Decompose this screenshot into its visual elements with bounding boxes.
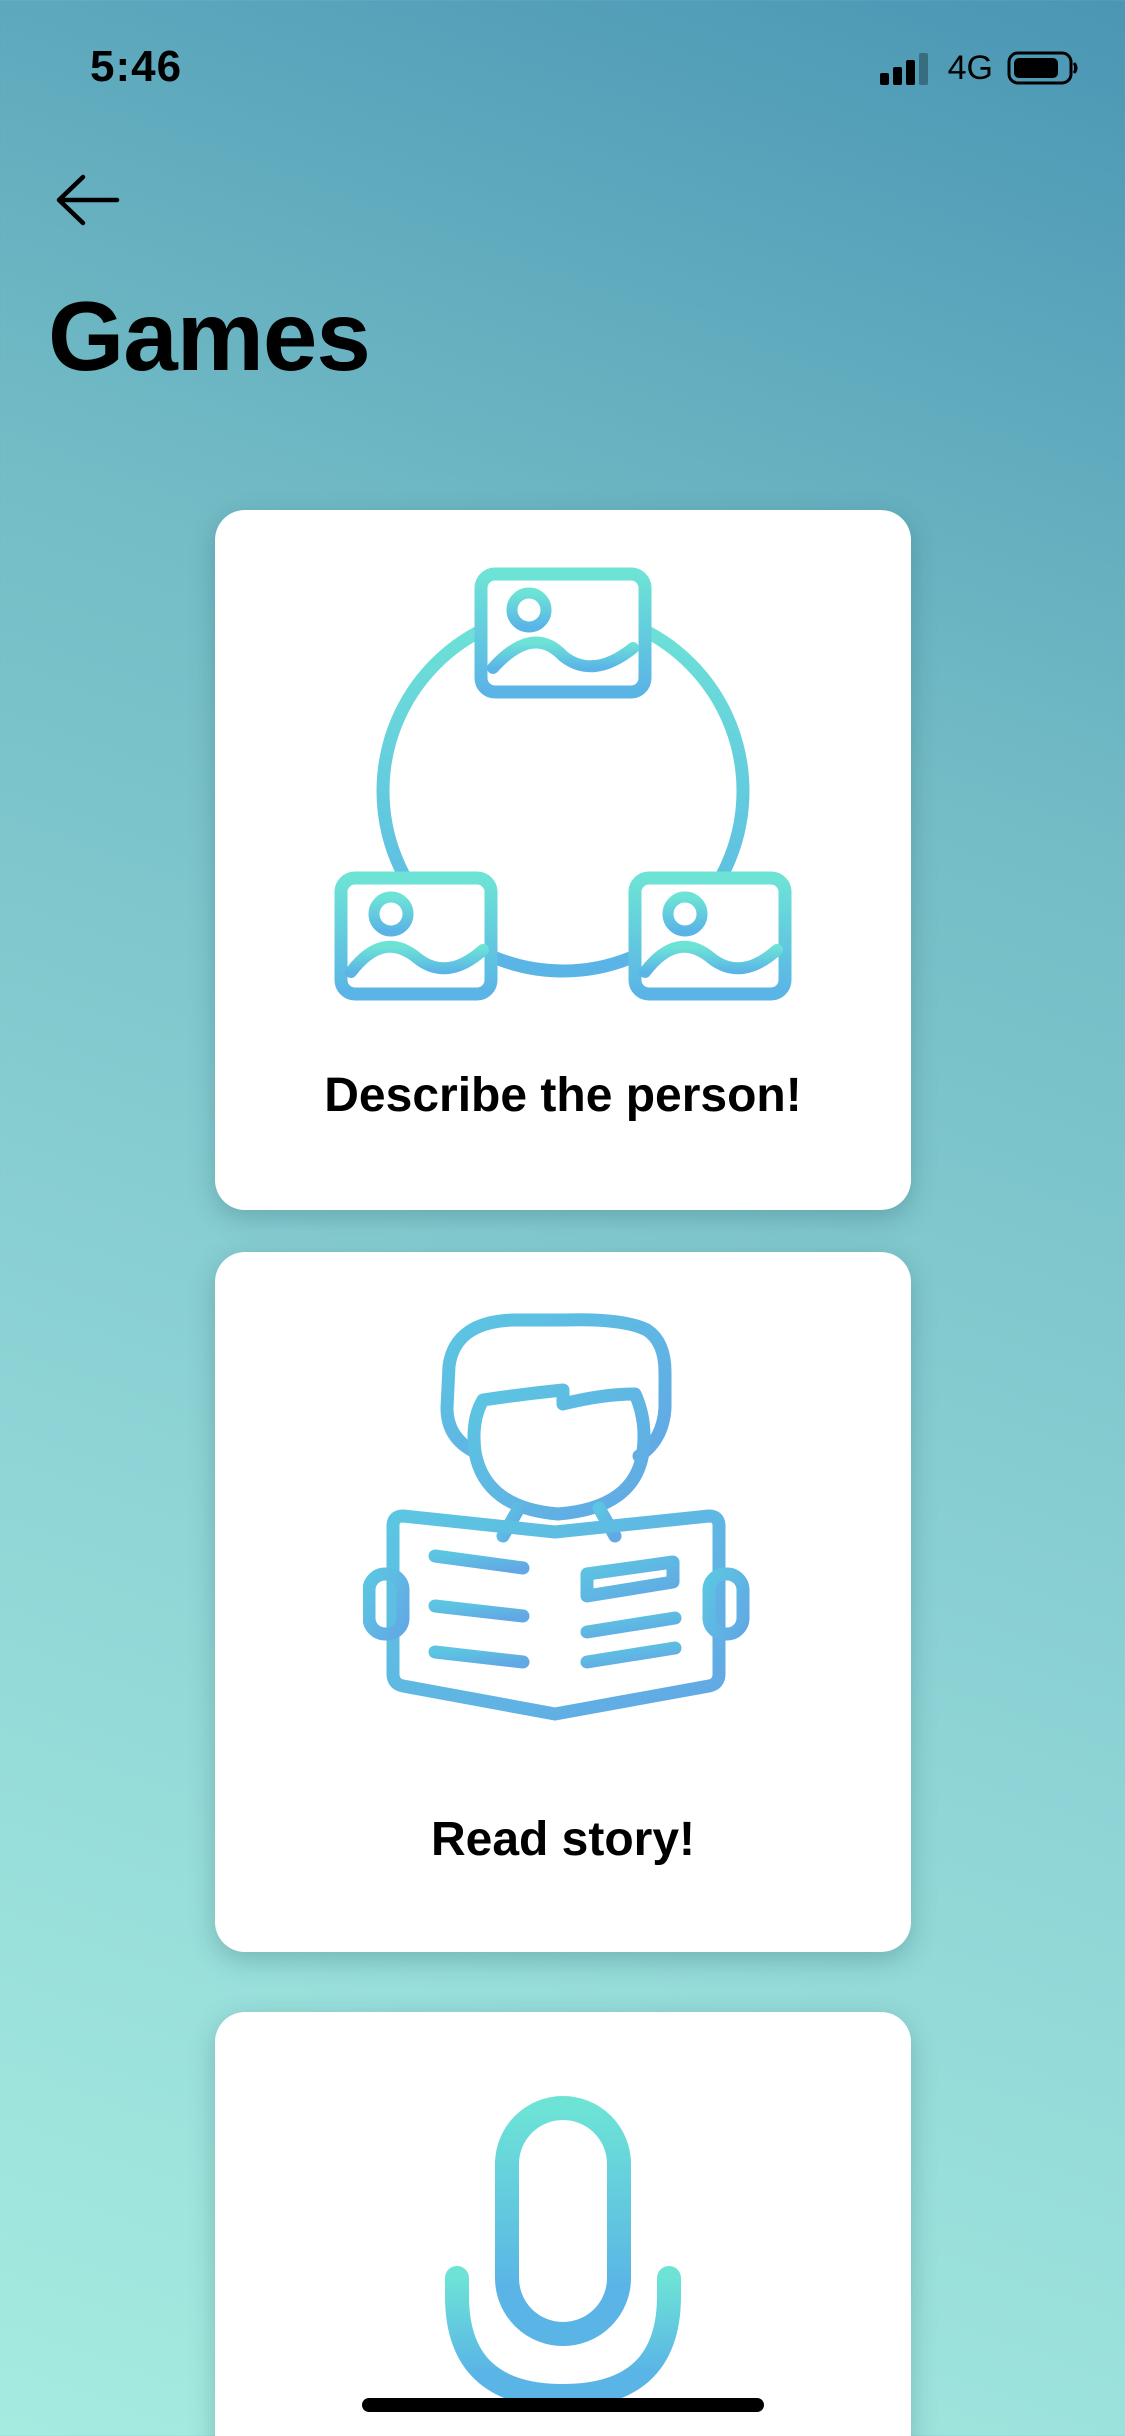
arrow-left-icon: [56, 174, 120, 226]
person-reading-icon: [363, 1313, 750, 1721]
network-type: 4G: [947, 48, 993, 87]
back-button[interactable]: [50, 168, 126, 232]
signal-icon: [879, 53, 928, 85]
page-title: Games: [48, 281, 371, 391]
game-card-record[interactable]: [215, 2012, 911, 2436]
image-network-icon: [334, 567, 792, 1001]
battery-icon: [1007, 51, 1078, 85]
status-indicators: 4G: [879, 48, 1079, 88]
status-time: 5:46: [90, 42, 183, 91]
game-card-label: Describe the person!: [324, 1069, 802, 1122]
microphone-icon: [445, 2096, 681, 2436]
status-bar: 5:46 4G: [0, 0, 1125, 140]
home-indicator[interactable]: [362, 2398, 764, 2412]
game-card-read-story[interactable]: Read story!: [215, 1252, 911, 1952]
game-card-label: Read story!: [430, 1813, 696, 1866]
game-card-describe-person[interactable]: Describe the person!: [215, 510, 911, 1210]
